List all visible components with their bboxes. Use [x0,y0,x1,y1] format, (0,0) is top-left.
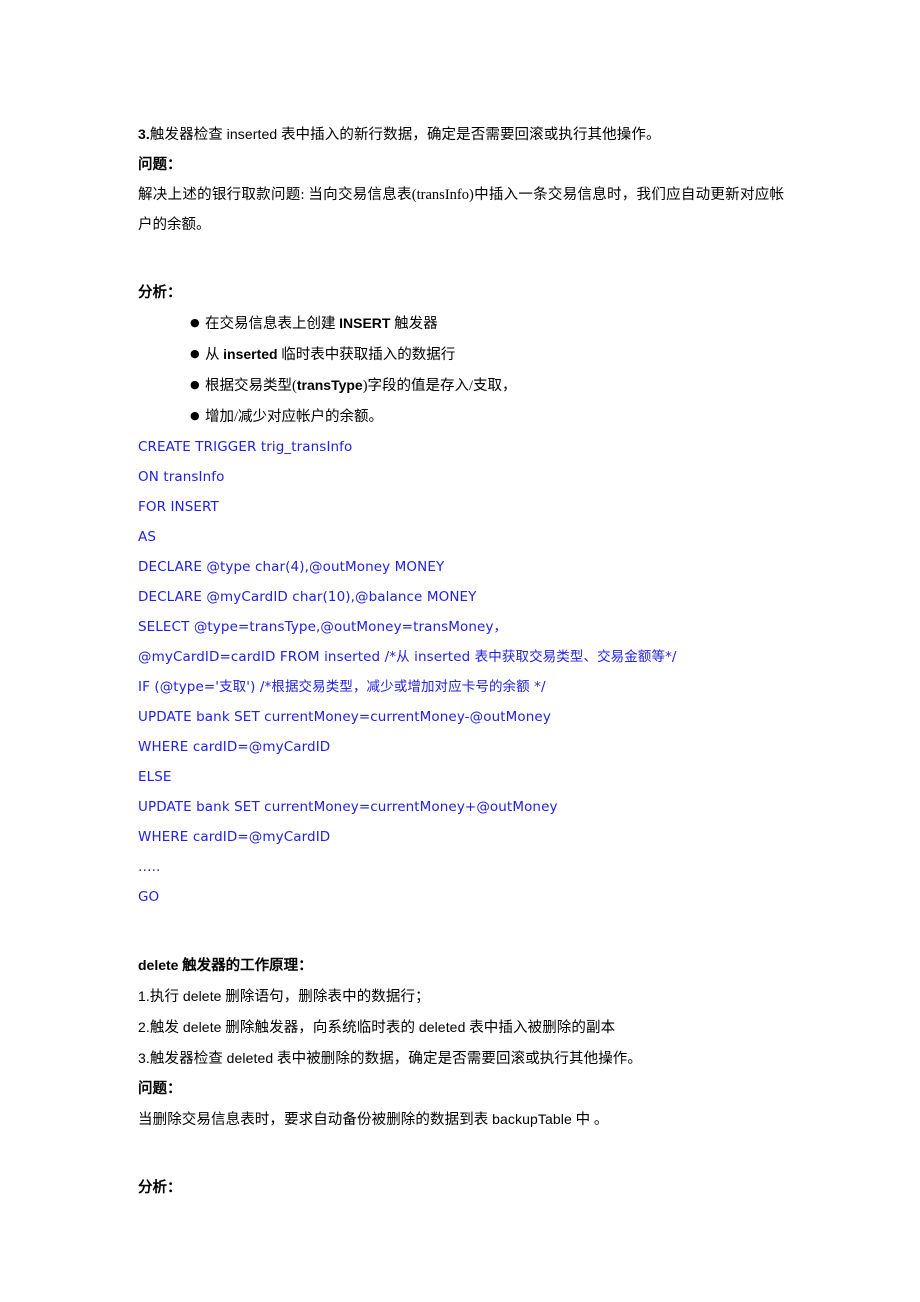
analysis-bullet-list: 在交易信息表上创建 INSERT 触发器 从 inserted 临时表中获取插入… [138,308,784,432]
problem-heading-insert: 问题： [138,157,182,173]
sql-line: SELECT @type=transType,@outMoney=transMo… [138,619,508,635]
step-text-c: 表中插入被删除的副本 [465,1020,616,1036]
delete-heading-text: 触发器的工作原理： [178,958,313,974]
list-item: 根据交易类型(transType)字段的值是存入/支取， [138,370,784,401]
bullet-text-before: 增加/减少对应帐户的余额。 [205,409,384,425]
sql-code-block: CREATE TRIGGER trig_transInfo ON transIn… [138,432,784,912]
step-text-after: 表中插入的新行数据，确定是否需要回滚或执行其他操作。 [277,127,661,143]
delete-keyword: delete [182,1019,222,1035]
problem-text-after: 中 。 [571,1112,609,1128]
deleted-keyword: deleted [226,1050,274,1066]
list-item: 在交易信息表上创建 INSERT 触发器 [138,308,784,339]
step-text-b: 表中被删除的数据，确定是否需要回滚或执行其他操作。 [273,1051,642,1067]
insert-trigger-step-3: 3.触发器检查 inserted 表中插入的新行数据，确定是否需要回滚或执行其他… [138,119,784,150]
step-number: 1. [138,988,150,1004]
sql-line: WHERE cardID=@myCardID [138,829,331,845]
delete-step-2: 2.触发 delete 删除触发器，向系统临时表的 deleted 表中插入被删… [138,1012,784,1043]
list-item: 增加/减少对应帐户的余额。 [138,401,784,432]
step-number: 3. [138,1050,150,1066]
step-text-b: 删除触发器，向系统临时表的 [221,1020,419,1036]
step-number: 3. [138,126,150,142]
sql-line: ON transInfo [138,469,225,485]
spacer-before-delete-section [138,912,784,950]
sql-line: DECLARE @type char(4),@outMoney MONEY [138,559,445,575]
bullet-text-after: )字段的值是存入/支取， [362,378,517,394]
bullet-text-after: 触发器 [390,316,438,332]
analysis-heading-delete: 分析： [138,1180,182,1196]
spacer-before-analysis [138,240,784,278]
problem-text-before: 当删除交易信息表时，要求自动备份被删除的数据到表 [138,1112,493,1128]
sql-line: UPDATE bank SET currentMoney=currentMone… [138,709,551,725]
delete-step-1: 1.执行 delete 删除语句，删除表中的数据行； [138,981,784,1012]
problem-heading-delete: 问题： [138,1081,182,1097]
bullet-text-before: 根据交易类型( [205,378,297,394]
deleted-keyword: deleted [418,1019,466,1035]
sql-line: AS [138,529,157,545]
problem-paragraph-delete: 当删除交易信息表时，要求自动备份被删除的数据到表 backupTable 中 。 [138,1104,784,1135]
step-text-b: 删除语句，删除表中的数据行； [221,989,430,1005]
delete-trigger-heading: delete 触发器的工作原理： [138,950,784,981]
sql-line: ELSE [138,769,172,785]
bullet-keyword: transType [296,377,363,393]
document-content: 3.触发器检查 inserted 表中插入的新行数据，确定是否需要回滚或执行其他… [138,119,784,1203]
spacer-before-final-analysis [138,1135,784,1173]
document-page: 3.触发器检查 inserted 表中插入的新行数据，确定是否需要回滚或执行其他… [0,0,920,1302]
step-text-before: 触发器检查 [149,127,227,143]
delete-step-3: 3.触发器检查 deleted 表中被删除的数据，确定是否需要回滚或执行其他操作… [138,1043,784,1074]
sql-line: @myCardID=cardID FROM inserted /*从 inser… [138,649,677,665]
problem-paragraph-insert: 解决上述的银行取款问题: 当向交易信息表(transInfo)中插入一条交易信息… [138,187,784,233]
sql-line: DECLARE @myCardID char(10),@balance MONE… [138,589,477,605]
list-item: 从 inserted 临时表中获取插入的数据行 [138,339,784,370]
sql-line: WHERE cardID=@myCardID [138,739,331,755]
step-text-a: 触发器检查 [149,1051,227,1067]
sql-line: UPDATE bank SET currentMoney=currentMone… [138,799,558,815]
backuptable-keyword: backupTable [492,1111,572,1127]
bullet-keyword: INSERT [339,315,391,331]
sql-line: FOR INSERT [138,499,219,515]
step-text-a: 执行 [149,989,183,1005]
sql-line: IF (@type='支取') /*根据交易类型，减少或增加对应卡号的余额 */ [138,679,546,695]
bullet-text-before: 从 [205,347,224,363]
analysis-heading-insert: 分析： [138,285,182,301]
bullet-text-before: 在交易信息表上创建 [205,316,340,332]
delete-keyword: delete [182,988,222,1004]
bullet-text-after: 临时表中获取插入的数据行 [277,347,456,363]
step-text-a: 触发 [149,1020,183,1036]
sql-line: CREATE TRIGGER trig_transInfo [138,439,353,455]
delete-keyword: delete [138,957,179,973]
inserted-keyword: inserted [226,126,278,142]
step-number: 2. [138,1019,150,1035]
bullet-keyword: inserted [223,346,278,362]
sql-line: GO [138,889,160,905]
sql-line: ….. [138,859,161,875]
